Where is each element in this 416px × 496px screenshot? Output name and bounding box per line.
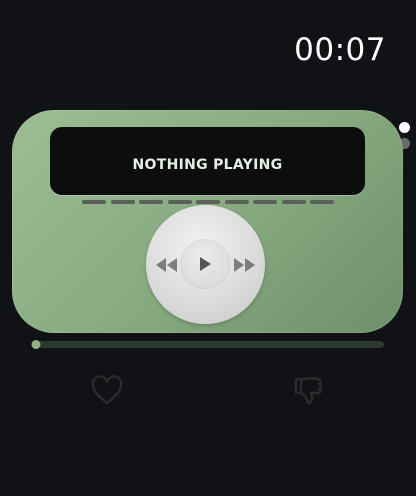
click-wheel[interactable] [146, 205, 265, 324]
page-dot-active [399, 122, 410, 133]
level-bar [82, 200, 106, 204]
level-bar [167, 200, 192, 204]
play-button[interactable] [181, 240, 229, 288]
play-icon [200, 257, 211, 271]
level-bar [253, 200, 277, 204]
player-card: NOTHING PLAYING [12, 110, 403, 333]
fast-forward-icon [234, 258, 255, 272]
level-bar [310, 200, 334, 204]
level-bar [139, 200, 163, 204]
level-bar [281, 200, 306, 204]
dislike-button[interactable] [292, 375, 324, 407]
level-bar [196, 200, 220, 204]
clock-time: 00:07 [294, 32, 386, 68]
level-bar [110, 200, 135, 204]
progress-knob[interactable] [31, 340, 41, 349]
level-meter [82, 200, 334, 204]
like-button[interactable] [91, 375, 123, 407]
heart-icon [91, 375, 123, 405]
fast-forward-button[interactable] [232, 257, 256, 272]
thumbs-down-icon [294, 377, 323, 405]
player-screen: NOTHING PLAYING [50, 127, 365, 204]
rewind-icon [156, 258, 177, 272]
progress-bar[interactable] [31, 340, 384, 349]
now-playing-label: NOTHING PLAYING [132, 157, 283, 173]
level-bar [224, 200, 249, 204]
rewind-button[interactable] [155, 257, 179, 272]
